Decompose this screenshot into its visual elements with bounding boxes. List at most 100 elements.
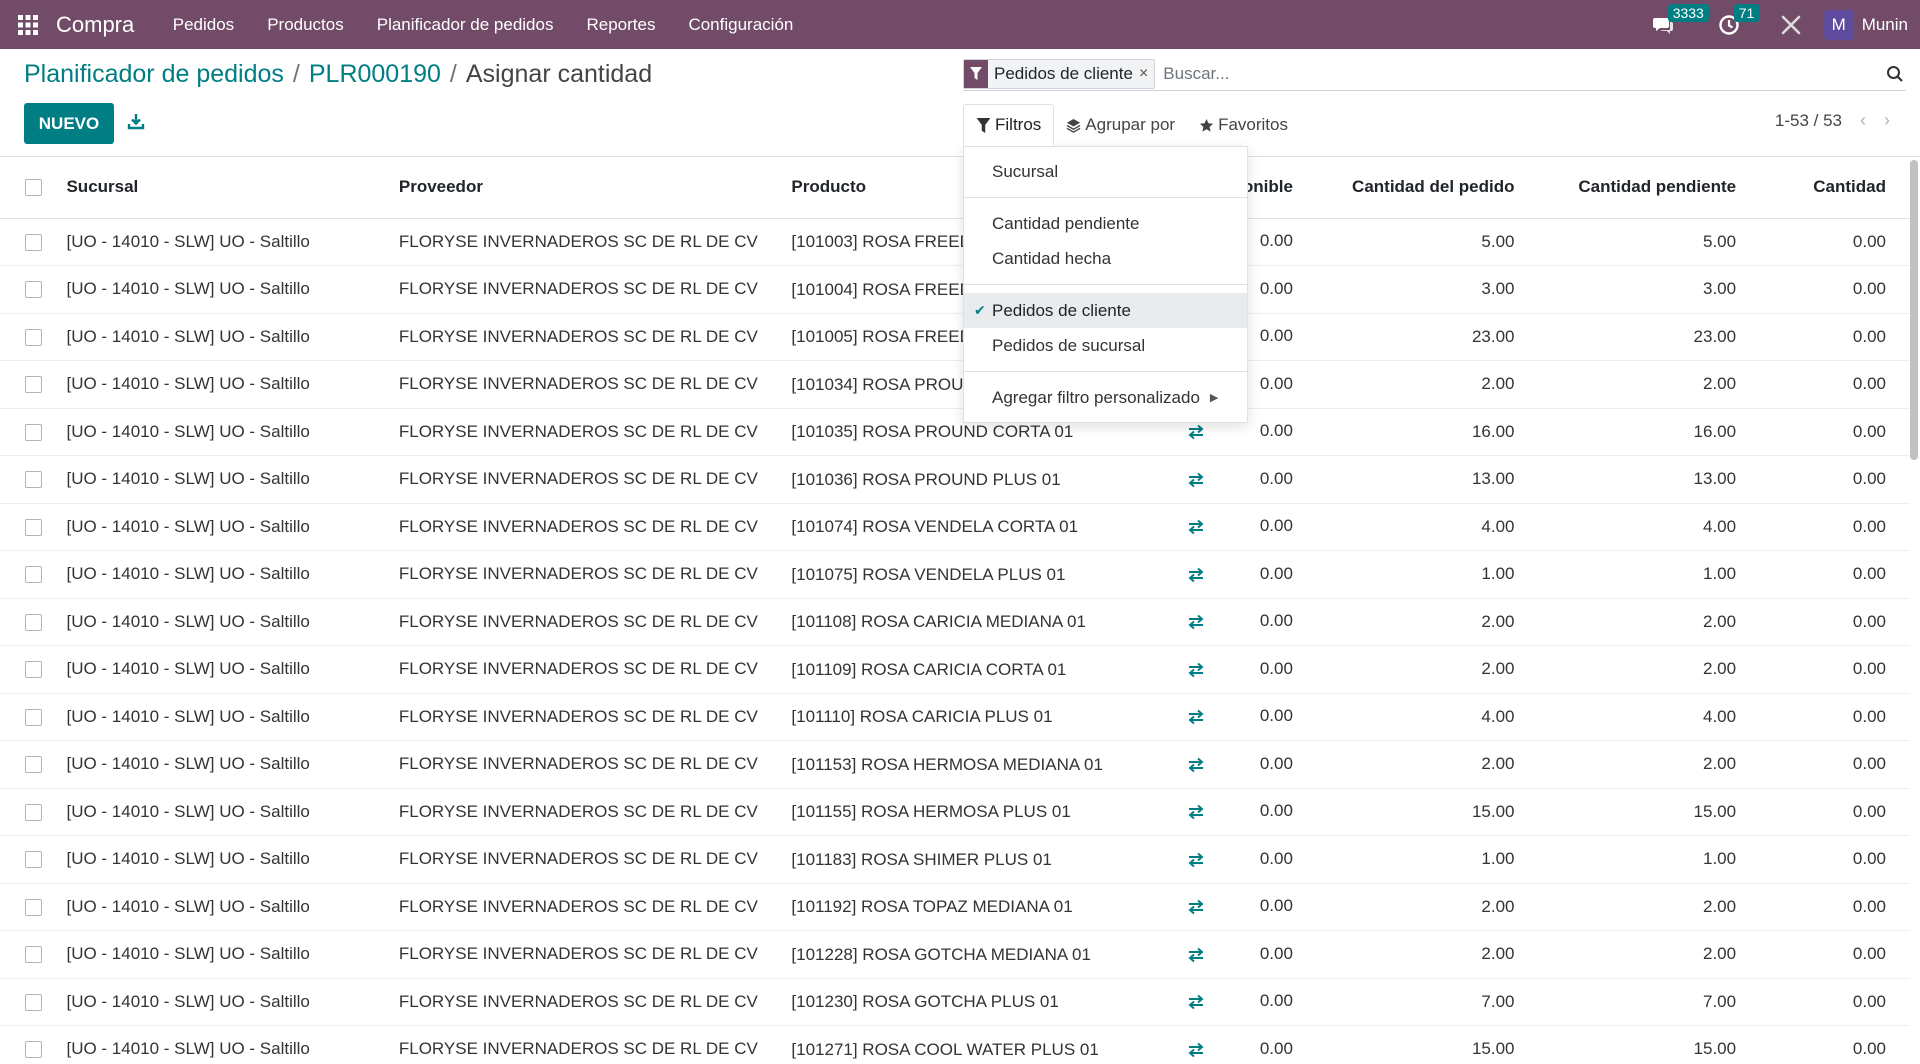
table-row[interactable]: [UO - 14010 - SLW] UO - Saltillo FLORYSE … [0, 313, 1910, 361]
cell-producto[interactable]: [101075] ROSA VENDELA PLUS 01 [791, 550, 1182, 599]
swap-arrows-icon[interactable] [1186, 660, 1206, 680]
col-header-sucursal[interactable]: Sucursal [66, 157, 399, 219]
row-checkbox[interactable] [25, 993, 42, 1011]
cell-sucursal[interactable]: [UO - 14010 - SLW] UO - Saltillo [66, 598, 399, 646]
cell-cantidad-pedido[interactable]: 2.00 [1316, 645, 1539, 694]
table-row[interactable]: [UO - 14010 - SLW] UO - Saltillo FLORYSE … [0, 550, 1910, 599]
cell-cantidad[interactable]: 0.00 [1760, 550, 1910, 599]
cell-proveedor[interactable]: FLORYSE INVERNADEROS SC DE RL DE CV [398, 550, 792, 599]
favorites-button[interactable]: Favoritos [1187, 104, 1300, 146]
cell-cantidad-pedido[interactable]: 2.00 [1316, 360, 1539, 409]
cell-proveedor[interactable]: FLORYSE INVERNADEROS SC DE RL DE CV [398, 645, 792, 694]
cell-cantidad[interactable]: 0.00 [1760, 645, 1910, 694]
cell-cantidad-pendiente[interactable]: 15.00 [1538, 788, 1761, 836]
cell-proveedor[interactable]: FLORYSE INVERNADEROS SC DE RL DE CV [398, 408, 792, 456]
breadcrumb-root[interactable]: Planificador de pedidos [24, 60, 284, 89]
cell-cantidad-pedido[interactable]: 13.00 [1316, 455, 1539, 504]
cell-cantidad[interactable]: 0.00 [1760, 598, 1910, 646]
row-checkbox[interactable] [25, 518, 42, 536]
cell-disponible[interactable]: 0.00 [1181, 883, 1317, 931]
cell-cantidad[interactable]: 0.00 [1760, 788, 1910, 836]
cell-disponible[interactable]: 0.00 [1181, 645, 1317, 694]
cell-producto[interactable]: [101108] ROSA CARICIA MEDIANA 01 [791, 598, 1182, 646]
cell-cantidad[interactable]: 0.00 [1760, 693, 1910, 741]
cell-cantidad[interactable]: 0.00 [1760, 978, 1910, 1026]
cell-proveedor[interactable]: FLORYSE INVERNADEROS SC DE RL DE CV [398, 788, 792, 836]
filter-sucursal[interactable]: Sucursal [964, 154, 1247, 189]
cell-proveedor[interactable]: FLORYSE INVERNADEROS SC DE RL DE CV [398, 1025, 792, 1064]
row-checkbox[interactable] [25, 328, 42, 346]
cell-disponible[interactable]: 0.00 [1181, 503, 1317, 551]
table-row[interactable]: [UO - 14010 - SLW] UO - Saltillo FLORYSE … [0, 598, 1910, 646]
row-checkbox[interactable] [25, 471, 42, 489]
pager-next-icon[interactable]: › [1884, 110, 1890, 131]
cell-sucursal[interactable]: [UO - 14010 - SLW] UO - Saltillo [66, 645, 399, 694]
row-checkbox[interactable] [25, 566, 42, 584]
cell-disponible[interactable]: 0.00 [1181, 598, 1317, 646]
cell-proveedor[interactable]: FLORYSE INVERNADEROS SC DE RL DE CV [398, 455, 792, 504]
col-header-proveedor[interactable]: Proveedor [398, 157, 792, 219]
cell-cantidad[interactable]: 0.00 [1760, 930, 1910, 979]
filter-pedidos-de-sucursal[interactable]: Pedidos de sucursal [964, 328, 1247, 363]
cell-proveedor[interactable]: FLORYSE INVERNADEROS SC DE RL DE CV [398, 978, 792, 1026]
row-checkbox[interactable] [25, 1041, 42, 1059]
cell-sucursal[interactable]: [UO - 14010 - SLW] UO - Saltillo [66, 455, 399, 504]
user-name[interactable]: Munin [1862, 15, 1908, 35]
swap-arrows-icon[interactable] [1186, 707, 1206, 727]
cell-producto[interactable]: [101271] ROSA COOL WATER PLUS 01 [791, 1025, 1182, 1064]
filter-cantidad-pendiente[interactable]: Cantidad pendiente [964, 206, 1247, 241]
table-row[interactable]: [UO - 14010 - SLW] UO - Saltillo FLORYSE … [0, 930, 1910, 979]
table-row[interactable]: [UO - 14010 - SLW] UO - Saltillo FLORYSE … [0, 693, 1910, 741]
row-checkbox[interactable] [25, 281, 42, 299]
cell-producto[interactable]: [101153] ROSA HERMOSA MEDIANA 01 [791, 740, 1182, 789]
filter-pedidos-de-cliente[interactable]: ✔ Pedidos de cliente [964, 293, 1247, 328]
cell-sucursal[interactable]: [UO - 14010 - SLW] UO - Saltillo [66, 883, 399, 931]
cell-cantidad[interactable]: 0.00 [1760, 740, 1910, 789]
table-row[interactable]: [UO - 14010 - SLW] UO - Saltillo FLORYSE … [0, 978, 1910, 1026]
cell-cantidad-pendiente[interactable]: 2.00 [1538, 930, 1761, 979]
cell-proveedor[interactable]: FLORYSE INVERNADEROS SC DE RL DE CV [398, 360, 792, 409]
cell-cantidad-pedido[interactable]: 23.00 [1316, 313, 1539, 361]
scrollbar[interactable] [1910, 160, 1918, 460]
cell-cantidad-pendiente[interactable]: 23.00 [1538, 313, 1761, 361]
filter-cantidad-hecha[interactable]: Cantidad hecha [964, 241, 1247, 276]
cell-proveedor[interactable]: FLORYSE INVERNADEROS SC DE RL DE CV [398, 313, 792, 361]
row-checkbox[interactable] [25, 756, 42, 774]
cell-cantidad-pedido[interactable]: 5.00 [1316, 218, 1539, 266]
search-input[interactable] [1163, 63, 1886, 84]
swap-arrows-icon[interactable] [1186, 517, 1206, 537]
cell-cantidad-pedido[interactable]: 7.00 [1316, 978, 1539, 1026]
swap-arrows-icon[interactable] [1186, 897, 1206, 917]
swap-arrows-icon[interactable] [1186, 470, 1206, 490]
row-checkbox[interactable] [25, 613, 42, 631]
cell-disponible[interactable]: 0.00 [1181, 788, 1317, 836]
cell-producto[interactable]: [101110] ROSA CARICIA PLUS 01 [791, 693, 1182, 741]
download-icon[interactable] [127, 112, 145, 130]
cell-producto[interactable]: [101192] ROSA TOPAZ MEDIANA 01 [791, 883, 1182, 931]
cell-sucursal[interactable]: [UO - 14010 - SLW] UO - Saltillo [66, 408, 399, 456]
messages-button[interactable]: 3333 [1652, 3, 1709, 36]
cell-cantidad-pedido[interactable]: 2.00 [1316, 740, 1539, 789]
breadcrumb-record[interactable]: PLR000190 [309, 60, 441, 89]
cell-producto[interactable]: [101155] ROSA HERMOSA PLUS 01 [791, 788, 1182, 836]
table-row[interactable]: [UO - 14010 - SLW] UO - Saltillo FLORYSE … [0, 218, 1910, 266]
menu-reportes[interactable]: Reportes [570, 15, 672, 35]
cell-cantidad-pedido[interactable]: 4.00 [1316, 693, 1539, 741]
cell-cantidad[interactable]: 0.00 [1760, 1025, 1910, 1064]
cell-cantidad-pendiente[interactable]: 2.00 [1538, 645, 1761, 694]
cell-cantidad-pendiente[interactable]: 16.00 [1538, 408, 1761, 456]
cell-sucursal[interactable]: [UO - 14010 - SLW] UO - Saltillo [66, 788, 399, 836]
cell-producto[interactable]: [101230] ROSA GOTCHA PLUS 01 [791, 978, 1182, 1026]
cell-cantidad-pendiente[interactable]: 3.00 [1538, 265, 1761, 314]
cell-disponible[interactable]: 0.00 [1181, 550, 1317, 599]
cell-cantidad-pedido[interactable]: 2.00 [1316, 930, 1539, 979]
cell-cantidad-pedido[interactable]: 15.00 [1316, 788, 1539, 836]
cell-sucursal[interactable]: [UO - 14010 - SLW] UO - Saltillo [66, 693, 399, 741]
cell-cantidad-pedido[interactable]: 4.00 [1316, 503, 1539, 551]
cell-sucursal[interactable]: [UO - 14010 - SLW] UO - Saltillo [66, 1025, 399, 1064]
cell-cantidad-pendiente[interactable]: 2.00 [1538, 360, 1761, 409]
col-header-cantidad-pendiente[interactable]: Cantidad pendiente [1538, 157, 1761, 219]
cell-cantidad[interactable]: 0.00 [1760, 835, 1910, 884]
cell-cantidad[interactable]: 0.00 [1760, 313, 1910, 361]
cell-cantidad-pedido[interactable]: 3.00 [1316, 265, 1539, 314]
